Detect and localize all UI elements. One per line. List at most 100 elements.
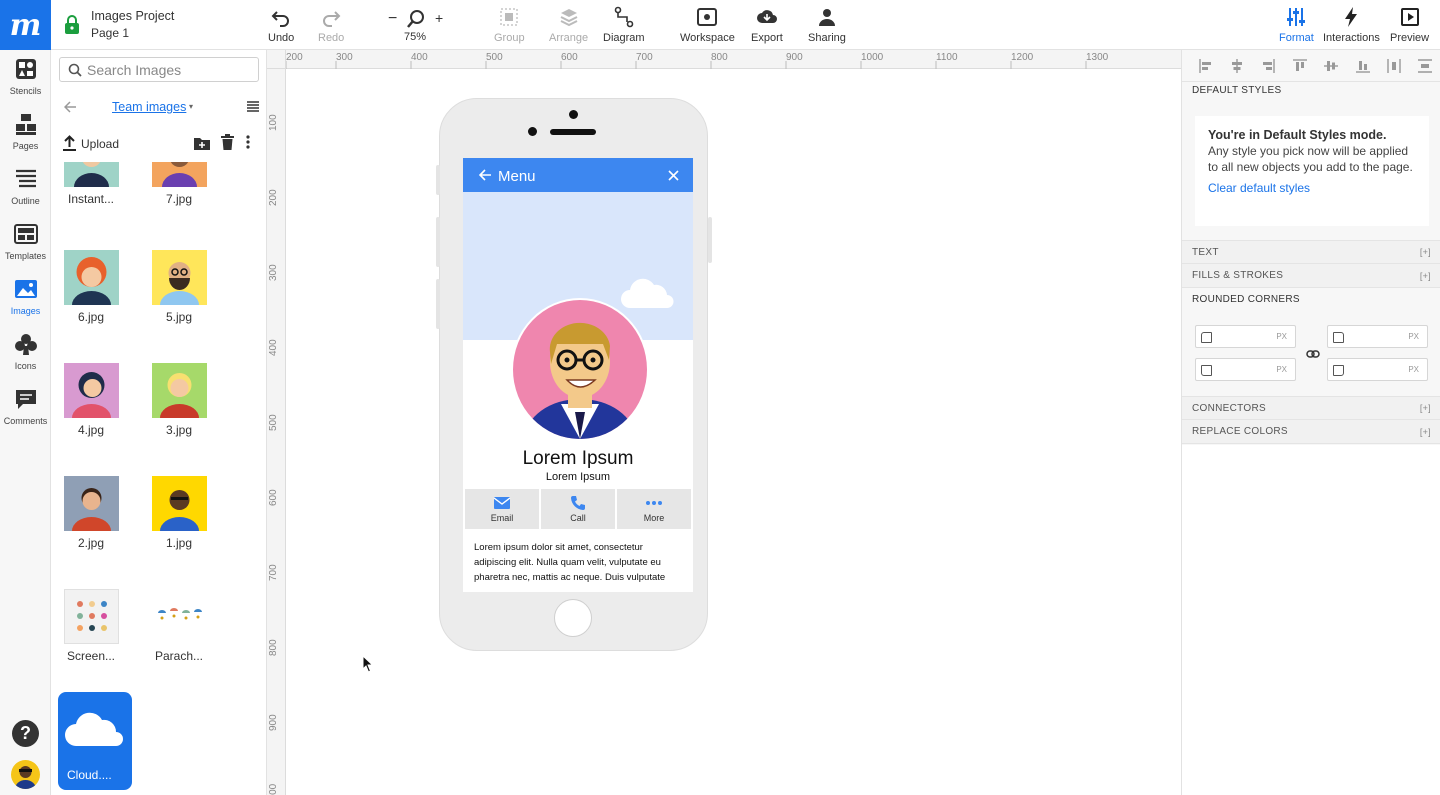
upload-button[interactable]: Upload — [81, 137, 119, 151]
rail-item-icons[interactable]: Icons — [0, 333, 51, 371]
lock-icon[interactable] — [63, 15, 81, 35]
back-arrow-icon[interactable] — [479, 169, 492, 181]
rail-item-templates[interactable]: Templates — [0, 223, 51, 261]
align-bottom-button[interactable] — [1347, 58, 1378, 74]
thumb-instant[interactable]: Instant... — [51, 162, 131, 206]
align-center-button[interactable] — [1221, 58, 1252, 74]
default-styles-heading: You're in Default Styles mode. — [1208, 128, 1387, 142]
clear-default-styles-link[interactable]: Clear default styles — [1208, 181, 1416, 195]
align-right-button[interactable] — [1253, 58, 1284, 74]
phone-sensor — [528, 127, 537, 136]
thumb-5[interactable]: 5.jpg — [139, 250, 219, 324]
px-unit: PX — [1408, 332, 1419, 341]
align-middle-button[interactable] — [1316, 58, 1347, 74]
sharing-button[interactable]: Sharing — [808, 6, 846, 46]
corner-bottom-right-input[interactable]: PX — [1327, 358, 1428, 381]
section-text[interactable]: TEXT [+] — [1182, 240, 1440, 264]
undo-label: Undo — [268, 32, 295, 44]
rail-item-images[interactable]: Images — [0, 278, 51, 316]
link-corners-icon[interactable] — [1306, 349, 1320, 359]
align-top-button[interactable] — [1284, 58, 1315, 74]
section-replace-colors[interactable]: REPLACE COLORS [+] — [1182, 420, 1440, 444]
folder-link[interactable]: Team images — [112, 100, 186, 114]
workspace-button[interactable]: Workspace — [680, 6, 735, 46]
phone-screen: Menu Lorem Ipsum Lorem Ipsum Email Call … — [463, 158, 693, 592]
back-arrow-icon[interactable] — [64, 101, 77, 113]
distribute-v-button[interactable] — [1410, 58, 1440, 74]
corner-bottom-left-input[interactable]: PX — [1195, 358, 1296, 381]
ruler-tick: 1000 — [268, 783, 279, 795]
call-action[interactable]: Call — [541, 489, 615, 529]
section-rounded-corners[interactable]: ROUNDED CORNERS — [1182, 287, 1440, 311]
app-root: m Images Project Page 1 Undo Redo − + 75… — [0, 0, 1440, 795]
horizontal-ruler[interactable]: 200 300 400 500 600 700 800 900 1000 110… — [286, 50, 1181, 69]
profile-name: Lorem Ipsum — [522, 448, 634, 469]
call-action-label: Call — [570, 513, 586, 523]
outline-icon — [15, 169, 36, 188]
thumb-7[interactable]: 7.jpg — [139, 162, 219, 206]
app-logo[interactable]: m — [0, 0, 51, 50]
close-icon[interactable] — [668, 170, 679, 181]
search-box[interactable] — [59, 57, 259, 82]
group-button[interactable]: Group — [494, 6, 525, 46]
arrange-icon — [560, 9, 578, 27]
new-folder-icon[interactable] — [194, 136, 210, 150]
zoom-level[interactable]: 75% — [404, 31, 426, 43]
rail-label-templates: Templates — [4, 251, 47, 261]
more-vertical-icon[interactable] — [246, 135, 250, 149]
rail-item-outline[interactable]: Outline — [0, 168, 51, 206]
rail-item-stencils[interactable]: Stencils — [0, 58, 51, 96]
vertical-ruler[interactable]: 100 200 300 400 500 600 700 800 900 1000 — [267, 69, 286, 795]
sliders-icon — [1287, 8, 1306, 26]
default-styles-body: Any style you pick now will be applied t… — [1208, 144, 1413, 174]
user-avatar[interactable] — [11, 760, 40, 789]
upload-icon[interactable] — [62, 135, 77, 151]
folder-dropdown-icon[interactable]: ▾ — [189, 102, 193, 111]
zoom-icon[interactable] — [405, 8, 427, 30]
format-tab[interactable]: Format — [1279, 6, 1314, 46]
phone-mockup[interactable]: Menu Lorem Ipsum Lorem Ipsum Email Call … — [436, 98, 712, 651]
align-left-button[interactable] — [1190, 58, 1221, 74]
thumb-screen[interactable]: Screen... — [51, 589, 131, 663]
rail-item-comments[interactable]: Comments — [0, 388, 51, 426]
corner-top-left-input[interactable]: PX — [1195, 325, 1296, 348]
undo-button[interactable]: Undo — [268, 6, 294, 46]
redo-button[interactable]: Redo — [318, 6, 344, 46]
canvas[interactable]: 200 300 400 500 600 700 800 900 1000 110… — [267, 50, 1181, 795]
email-action[interactable]: Email — [465, 489, 539, 529]
thumb-4[interactable]: 4.jpg — [51, 363, 131, 437]
export-button[interactable]: Export — [751, 6, 783, 46]
ruler-tick: 900 — [268, 714, 279, 731]
corner-top-left-icon — [1201, 332, 1212, 343]
distribute-h-button[interactable] — [1378, 58, 1409, 74]
px-unit: PX — [1276, 365, 1287, 374]
comments-icon — [15, 390, 36, 409]
section-fills[interactable]: FILLS & STROKES [+] — [1182, 264, 1440, 288]
list-view-icon[interactable] — [247, 101, 259, 112]
search-input[interactable] — [87, 61, 247, 78]
rail-label-pages: Pages — [12, 141, 39, 151]
thumb-parachute[interactable]: Parach... — [139, 589, 219, 663]
zoom-in-button[interactable]: + — [435, 10, 443, 50]
interactions-tab[interactable]: Interactions — [1323, 6, 1380, 46]
thumb-image — [151, 162, 207, 187]
thumb-3[interactable]: 3.jpg — [139, 363, 219, 437]
thumb-2[interactable]: 2.jpg — [51, 476, 131, 550]
page-name[interactable]: Page 1 — [91, 26, 129, 40]
preview-tab[interactable]: Preview — [1390, 6, 1429, 46]
arrange-button[interactable]: Arrange — [549, 6, 588, 46]
redo-icon — [323, 11, 341, 27]
thumb-1[interactable]: 1.jpg — [139, 476, 219, 550]
thumb-6[interactable]: 6.jpg — [51, 250, 131, 324]
phone-home-button — [554, 599, 592, 637]
help-button[interactable]: ? — [12, 720, 39, 747]
cloud-upload-card[interactable]: Cloud.... — [58, 692, 132, 790]
rail-item-pages[interactable]: Pages — [0, 113, 51, 151]
corner-top-right-input[interactable]: PX — [1327, 325, 1428, 348]
trash-icon[interactable] — [221, 134, 234, 150]
section-connectors[interactable]: CONNECTORS [+] — [1182, 396, 1440, 420]
more-action[interactable]: More — [617, 489, 691, 529]
diagram-button[interactable]: Diagram — [603, 6, 645, 46]
project-title[interactable]: Images Project — [91, 9, 174, 23]
zoom-out-button[interactable]: − — [388, 10, 397, 50]
